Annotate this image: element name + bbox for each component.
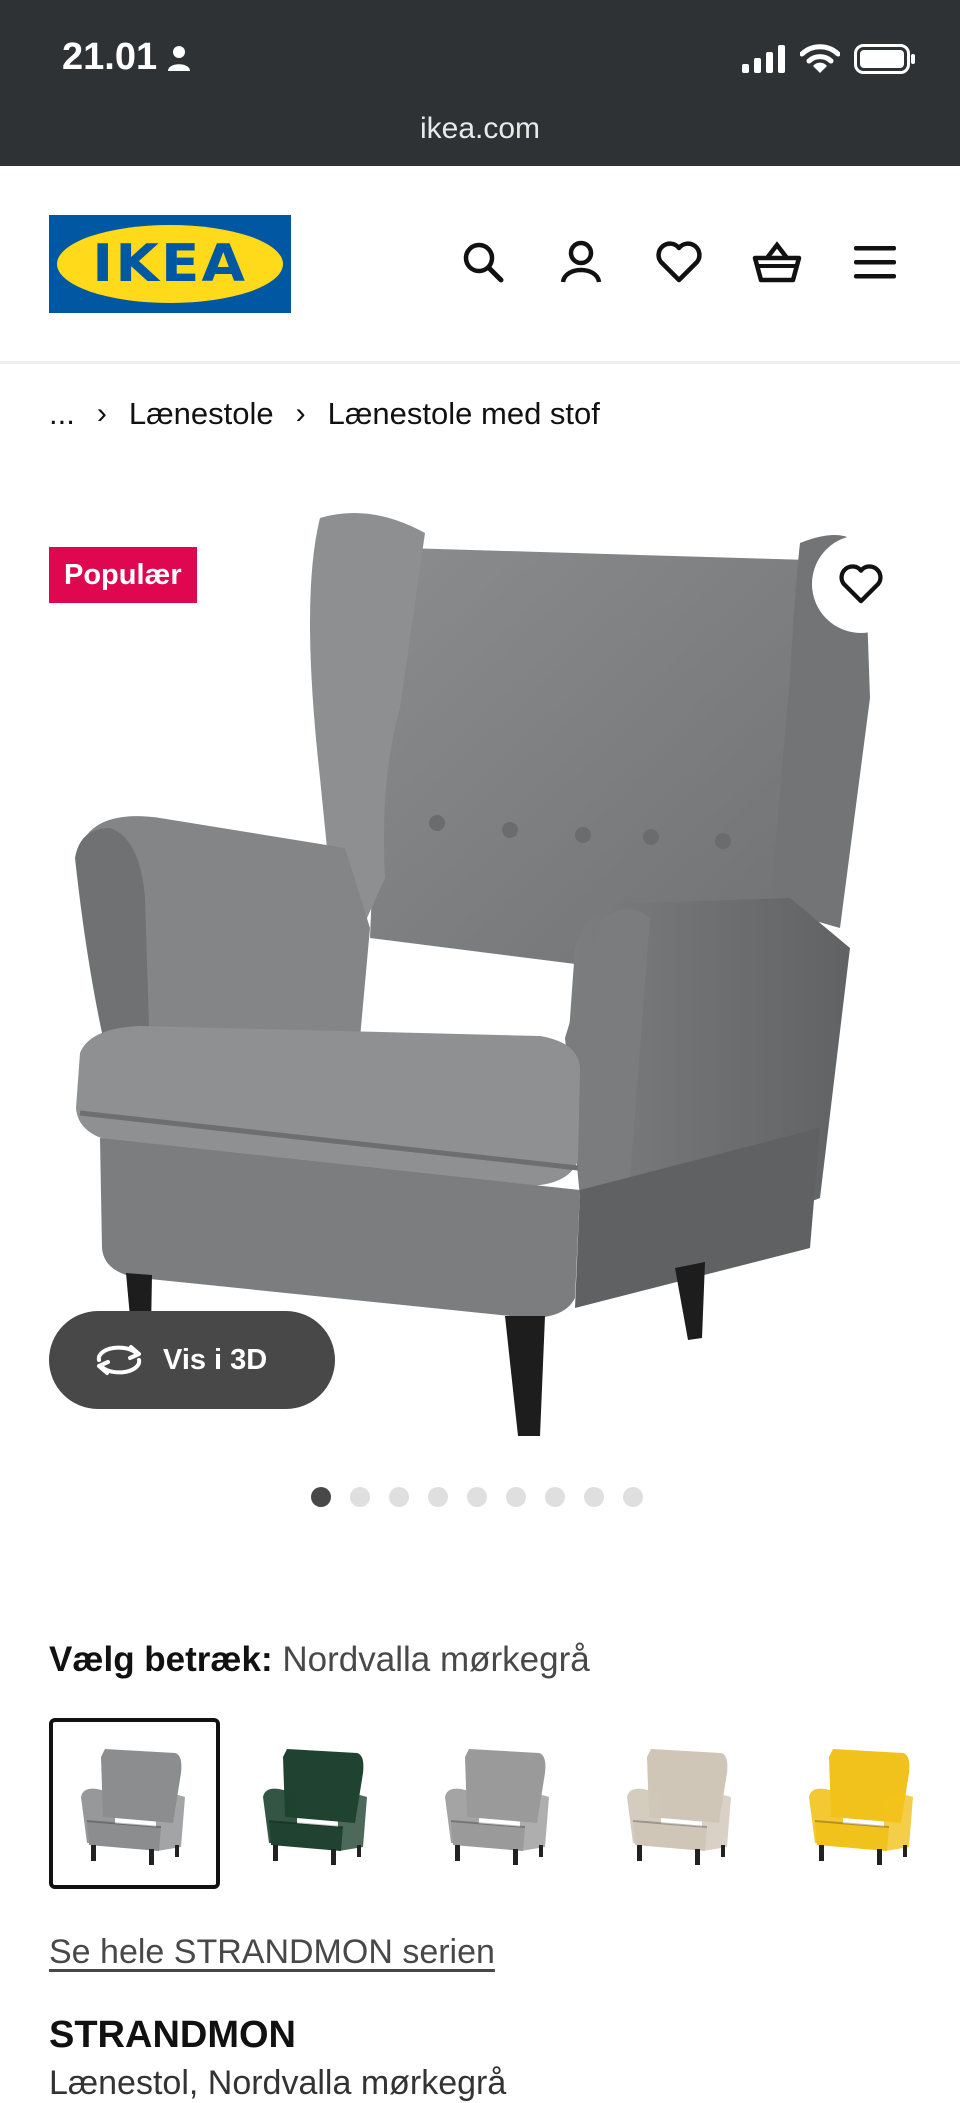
- clock-text: 21.01: [62, 36, 158, 78]
- logo-oval: IKEA: [57, 225, 283, 303]
- carousel-dot[interactable]: [467, 1487, 487, 1507]
- cover-label: Vælg betræk:: [49, 1640, 273, 1679]
- search-icon[interactable]: [458, 237, 508, 287]
- breadcrumb-ellipsis[interactable]: ...: [49, 396, 75, 432]
- armchair-thumbnail: [444, 1748, 549, 1865]
- product-name: STRANDMON: [49, 2014, 296, 2056]
- popular-badge: Populær: [49, 547, 197, 603]
- cover-swatch[interactable]: [595, 1718, 766, 1889]
- chevron-right-icon: ›: [96, 397, 107, 430]
- product-subtitle: Lænestol, Nordvalla mørkegrå: [49, 2064, 507, 2102]
- carousel-dot[interactable]: [584, 1487, 604, 1507]
- cover-value: Nordvalla mørkegrå: [282, 1640, 590, 1679]
- cover-swatch[interactable]: [231, 1718, 402, 1889]
- battery-icon: [854, 44, 915, 74]
- armchair-thumbnail: [626, 1748, 731, 1865]
- wifi-icon: [800, 44, 840, 73]
- basket-icon[interactable]: [752, 237, 802, 287]
- add-to-favorites-button[interactable]: [812, 535, 910, 633]
- armchair-thumbnail: [808, 1748, 913, 1865]
- chevron-right-icon: ›: [295, 397, 306, 430]
- cover-swatch[interactable]: [777, 1718, 948, 1889]
- signal-icon: [742, 45, 785, 73]
- url-bar[interactable]: ikea.com: [0, 112, 960, 146]
- cover-swatch[interactable]: [49, 1718, 220, 1889]
- armchair-thumbnail: [80, 1748, 185, 1865]
- site-header: IKEA: [0, 166, 960, 364]
- person-icon: [168, 45, 191, 71]
- carousel-dot[interactable]: [311, 1487, 331, 1507]
- status-icons: [742, 44, 916, 74]
- cover-selector-label: Vælg betræk: Nordvalla mørkegrå: [49, 1640, 590, 1680]
- cover-swatches: [49, 1718, 929, 1889]
- view-in-3d-label: Vis i 3D: [163, 1343, 268, 1376]
- menu-icon[interactable]: [850, 237, 900, 287]
- rotate-3d-icon: [96, 1345, 142, 1375]
- armchair-thumbnail: [262, 1748, 367, 1865]
- see-series-link[interactable]: Se hele STRANDMON serien: [49, 1933, 495, 1972]
- logo-text: IKEA: [92, 234, 248, 294]
- carousel-dot[interactable]: [350, 1487, 370, 1507]
- header-icons: [458, 237, 900, 287]
- heart-icon[interactable]: [654, 237, 704, 287]
- carousel-dot[interactable]: [623, 1487, 643, 1507]
- heart-icon: [839, 564, 883, 604]
- breadcrumb: ... › Lænestole › Lænestole med stof: [49, 396, 600, 432]
- carousel-dot[interactable]: [428, 1487, 448, 1507]
- status-time: 21.01: [62, 36, 191, 79]
- breadcrumb-item-armchairs[interactable]: Lænestole: [129, 396, 274, 432]
- cover-swatch[interactable]: [413, 1718, 584, 1889]
- account-icon[interactable]: [556, 237, 606, 287]
- carousel-dot[interactable]: [545, 1487, 565, 1507]
- image-carousel-dots: [311, 1487, 643, 1507]
- breadcrumb-item-fabric-armchairs[interactable]: Lænestole med stof: [328, 396, 600, 432]
- view-in-3d-button[interactable]: Vis i 3D: [49, 1311, 335, 1409]
- carousel-dot[interactable]: [506, 1487, 526, 1507]
- carousel-dot[interactable]: [389, 1487, 409, 1507]
- ikea-logo[interactable]: IKEA: [49, 215, 291, 313]
- status-bar: 21.01 ikea.com: [0, 0, 960, 166]
